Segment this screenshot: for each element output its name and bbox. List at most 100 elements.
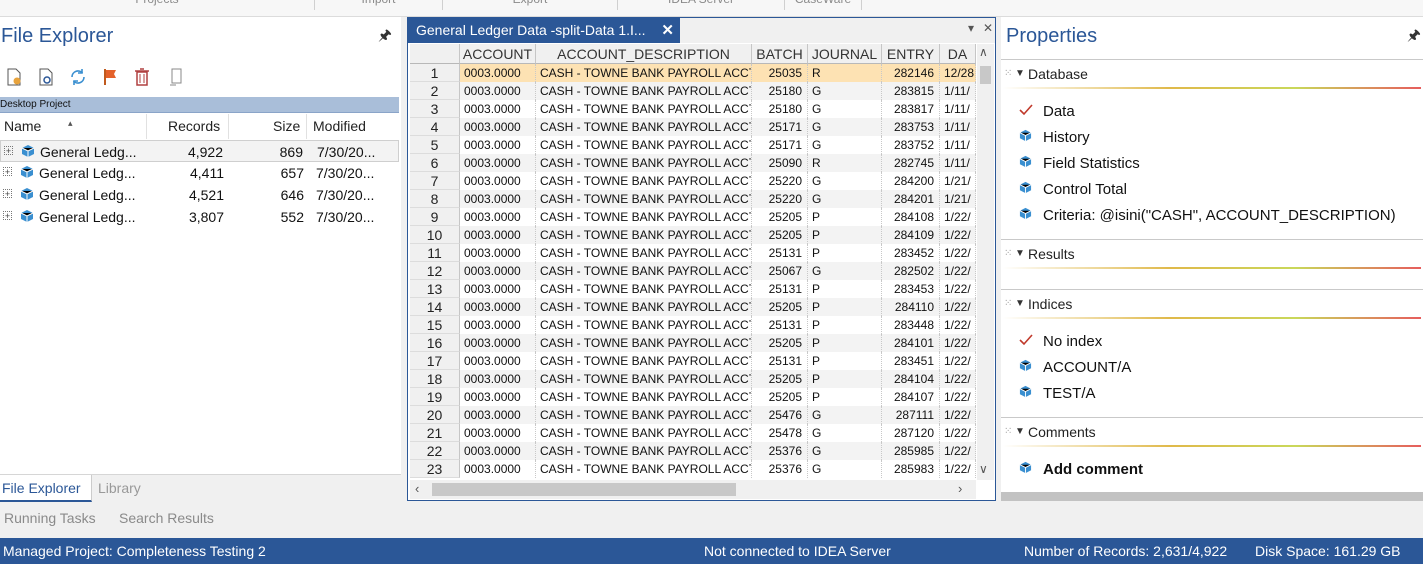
- cell-entry[interactable]: 284201: [882, 190, 940, 208]
- table-row[interactable]: 10 0003.0000 CASH - TOWNE BANK PAYROLL ACC…: [410, 226, 976, 244]
- file-row[interactable]: + General Ledg... 4,922 869 7/30/20...: [0, 140, 399, 162]
- col-size[interactable]: Size: [273, 118, 300, 134]
- row-number[interactable]: 19: [410, 388, 460, 406]
- cell-date[interactable]: 1/22/: [940, 280, 976, 298]
- cell-account-description[interactable]: CASH - TOWNE BANK PAYROLL ACCT: [536, 208, 752, 226]
- cell-account[interactable]: 0003.0000: [460, 154, 536, 172]
- row-number[interactable]: 22: [410, 442, 460, 460]
- document-tab[interactable]: General Ledger Data -split-Data 1.I... ✕: [408, 18, 680, 43]
- cell-journal[interactable]: P: [808, 334, 882, 352]
- cell-date[interactable]: 1/21/: [940, 190, 976, 208]
- row-number[interactable]: 18: [410, 370, 460, 388]
- row-number[interactable]: 9: [410, 208, 460, 226]
- cell-journal[interactable]: P: [808, 208, 882, 226]
- cell-journal[interactable]: G: [808, 262, 882, 280]
- cell-date[interactable]: 1/22/: [940, 226, 976, 244]
- cell-account[interactable]: 0003.0000: [460, 226, 536, 244]
- horizontal-scrollbar[interactable]: ‹ ›: [410, 480, 976, 499]
- section-comments[interactable]: ⁙ ▼ Comments: [1001, 417, 1423, 447]
- table-row[interactable]: 14 0003.0000 CASH - TOWNE BANK PAYROLL ACC…: [410, 298, 976, 316]
- cell-date[interactable]: 1/22/: [940, 298, 976, 316]
- cell-journal[interactable]: P: [808, 244, 882, 262]
- col-modified[interactable]: Modified: [313, 118, 366, 134]
- cell-batch[interactable]: 25131: [752, 352, 808, 370]
- cell-date[interactable]: 12/28: [940, 64, 976, 82]
- table-row[interactable]: 11 0003.0000 CASH - TOWNE BANK PAYROLL ACC…: [410, 244, 976, 262]
- cell-batch[interactable]: 25205: [752, 208, 808, 226]
- collapse-arrow-icon[interactable]: ▼: [1015, 298, 1025, 309]
- col-header-entry[interactable]: ENTRY: [882, 44, 940, 64]
- table-row[interactable]: 6 0003.0000 CASH - TOWNE BANK PAYROLL ACCT…: [410, 154, 976, 172]
- scroll-right-icon[interactable]: ›: [958, 481, 962, 496]
- cell-account[interactable]: 0003.0000: [460, 460, 536, 478]
- cell-batch[interactable]: 25180: [752, 100, 808, 118]
- cell-account[interactable]: 0003.0000: [460, 190, 536, 208]
- cell-batch[interactable]: 25205: [752, 370, 808, 388]
- cell-account[interactable]: 0003.0000: [460, 316, 536, 334]
- row-number[interactable]: 21: [410, 424, 460, 442]
- cell-journal[interactable]: P: [808, 316, 882, 334]
- table-row[interactable]: 19 0003.0000 CASH - TOWNE BANK PAYROLL ACC…: [410, 388, 976, 406]
- cell-date[interactable]: 1/11/: [940, 136, 976, 154]
- cell-account[interactable]: 0003.0000: [460, 82, 536, 100]
- row-number[interactable]: 14: [410, 298, 460, 316]
- cell-date[interactable]: 1/11/: [940, 118, 976, 136]
- close-tab-icon[interactable]: ✕: [661, 18, 674, 43]
- cell-date[interactable]: 1/11/: [940, 82, 976, 100]
- cell-entry[interactable]: 284200: [882, 172, 940, 190]
- file-row[interactable]: + General Ledg... 4,411 657 7/30/20...: [0, 162, 399, 184]
- cell-entry[interactable]: 283817: [882, 100, 940, 118]
- hscroll-thumb[interactable]: [432, 483, 736, 496]
- row-number[interactable]: 11: [410, 244, 460, 262]
- cell-account[interactable]: 0003.0000: [460, 64, 536, 82]
- cell-account[interactable]: 0003.0000: [460, 388, 536, 406]
- collapse-arrow-icon[interactable]: ▼: [1015, 426, 1025, 437]
- cell-account[interactable]: 0003.0000: [460, 424, 536, 442]
- cell-entry[interactable]: 282502: [882, 262, 940, 280]
- cell-account-description[interactable]: CASH - TOWNE BANK PAYROLL ACCT: [536, 460, 752, 478]
- scroll-thumb[interactable]: [980, 66, 991, 84]
- file-row[interactable]: + General Ledg... 3,807 552 7/30/20...: [0, 206, 399, 228]
- cell-account[interactable]: 0003.0000: [460, 442, 536, 460]
- cell-journal[interactable]: G: [808, 82, 882, 100]
- cell-account-description[interactable]: CASH - TOWNE BANK PAYROLL ACCT: [536, 82, 752, 100]
- table-row[interactable]: 9 0003.0000 CASH - TOWNE BANK PAYROLL ACCT…: [410, 208, 976, 226]
- cell-account[interactable]: 0003.0000: [460, 334, 536, 352]
- cell-entry[interactable]: 282146: [882, 64, 940, 82]
- cell-date[interactable]: 1/22/: [940, 424, 976, 442]
- cell-entry[interactable]: 283752: [882, 136, 940, 154]
- tab-running-tasks[interactable]: Running Tasks: [4, 510, 96, 526]
- pin-icon[interactable]: 🖈︎: [1407, 25, 1421, 50]
- cell-batch[interactable]: 25171: [752, 136, 808, 154]
- section-database[interactable]: ⁙ ▼ Database: [1001, 59, 1423, 89]
- col-header-date[interactable]: DA: [940, 44, 976, 64]
- row-number[interactable]: 8: [410, 190, 460, 208]
- cell-batch[interactable]: 25476: [752, 406, 808, 424]
- cell-account-description[interactable]: CASH - TOWNE BANK PAYROLL ACCT: [536, 388, 752, 406]
- cell-batch[interactable]: 25478: [752, 424, 808, 442]
- cell-entry[interactable]: 283753: [882, 118, 940, 136]
- cell-batch[interactable]: 25131: [752, 244, 808, 262]
- cell-account[interactable]: 0003.0000: [460, 352, 536, 370]
- cell-account-description[interactable]: CASH - TOWNE BANK PAYROLL ACCT: [536, 370, 752, 388]
- cell-account[interactable]: 0003.0000: [460, 136, 536, 154]
- cell-date[interactable]: 1/22/: [940, 460, 976, 478]
- vertical-scrollbar[interactable]: ∧ ∨: [977, 44, 994, 480]
- cell-account-description[interactable]: CASH - TOWNE BANK PAYROLL ACCT: [536, 352, 752, 370]
- tab-dropdown-icon[interactable]: ▾: [968, 21, 974, 35]
- table-row[interactable]: 18 0003.0000 CASH - TOWNE BANK PAYROLL ACC…: [410, 370, 976, 388]
- cell-account-description[interactable]: CASH - TOWNE BANK PAYROLL ACCT: [536, 100, 752, 118]
- cell-journal[interactable]: G: [808, 100, 882, 118]
- cell-journal[interactable]: G: [808, 442, 882, 460]
- cell-batch[interactable]: 25220: [752, 172, 808, 190]
- cell-date[interactable]: 1/22/: [940, 244, 976, 262]
- cell-entry[interactable]: 284110: [882, 298, 940, 316]
- refresh-icon[interactable]: [68, 66, 88, 88]
- cell-entry[interactable]: 285983: [882, 460, 940, 478]
- cell-date[interactable]: 1/22/: [940, 370, 976, 388]
- cell-journal[interactable]: R: [808, 64, 882, 82]
- cell-account[interactable]: 0003.0000: [460, 208, 536, 226]
- cell-entry[interactable]: 284101: [882, 334, 940, 352]
- col-name[interactable]: Name: [4, 118, 41, 134]
- row-number[interactable]: 1: [410, 64, 460, 82]
